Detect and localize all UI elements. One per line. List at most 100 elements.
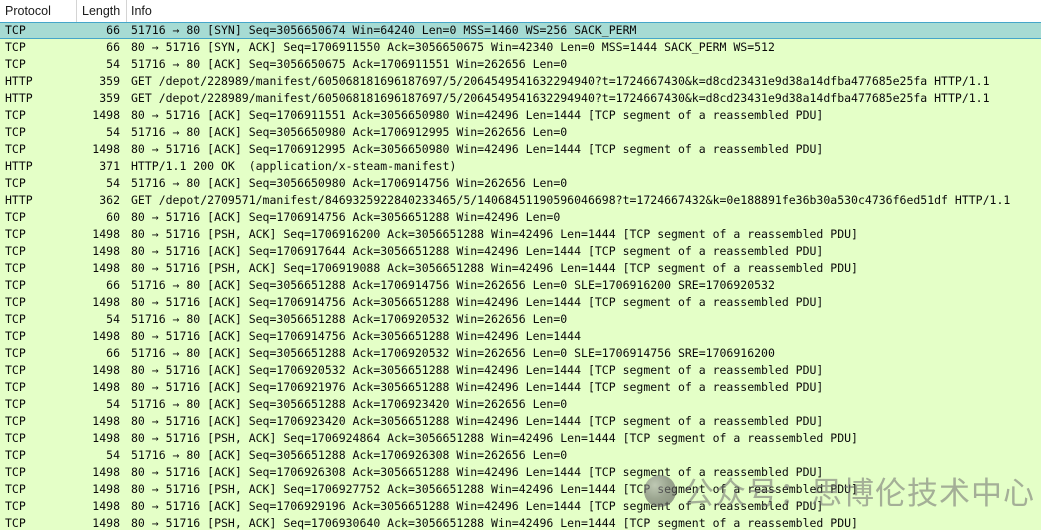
protocol-cell: TCP (0, 107, 77, 124)
info-cell: GET /depot/2709571/manifest/846932592284… (127, 192, 1041, 209)
protocol-cell: TCP (0, 56, 77, 73)
protocol-cell: TCP (0, 175, 77, 192)
length-cell: 1498 (77, 515, 127, 530)
length-cell: 1498 (77, 243, 127, 260)
length-cell: 1498 (77, 107, 127, 124)
info-cell: 51716 → 80 [ACK] Seq=3056650980 Ack=1706… (127, 175, 1041, 192)
length-cell: 1498 (77, 413, 127, 430)
protocol-cell: HTTP (0, 192, 77, 209)
info-cell: 51716 → 80 [ACK] Seq=3056651288 Ack=1706… (127, 396, 1041, 413)
info-cell: GET /depot/228989/manifest/6050681816961… (127, 73, 1041, 90)
packet-list: TCP 66 51716 → 80 [SYN] Seq=3056650674 W… (0, 22, 1041, 530)
protocol-cell: TCP (0, 243, 77, 260)
info-cell: 80 → 51716 [ACK] Seq=1706912995 Ack=3056… (127, 141, 1041, 158)
column-header-info[interactable]: Info (127, 0, 1041, 22)
packet-row[interactable]: TCP 1498 80 → 51716 [PSH, ACK] Seq=17069… (0, 481, 1041, 498)
info-cell: 80 → 51716 [ACK] Seq=1706914756 Ack=3056… (127, 209, 1041, 226)
protocol-cell: TCP (0, 141, 77, 158)
length-cell: 1498 (77, 260, 127, 277)
length-cell: 1498 (77, 498, 127, 515)
info-cell: 51716 → 80 [ACK] Seq=3056651288 Ack=1706… (127, 311, 1041, 328)
length-cell: 1498 (77, 294, 127, 311)
length-cell: 1498 (77, 141, 127, 158)
packet-row[interactable]: TCP 1498 80 → 51716 [ACK] Seq=1706929196… (0, 498, 1041, 515)
info-cell: 80 → 51716 [ACK] Seq=1706921976 Ack=3056… (127, 379, 1041, 396)
info-cell: 80 → 51716 [PSH, ACK] Seq=1706916200 Ack… (127, 226, 1041, 243)
packet-row[interactable]: TCP 54 51716 → 80 [ACK] Seq=3056651288 A… (0, 447, 1041, 464)
info-cell: 80 → 51716 [ACK] Seq=1706926308 Ack=3056… (127, 464, 1041, 481)
protocol-cell: TCP (0, 328, 77, 345)
packet-row[interactable]: TCP 1498 80 → 51716 [ACK] Seq=1706926308… (0, 464, 1041, 481)
packet-row[interactable]: TCP 60 80 → 51716 [ACK] Seq=1706914756 A… (0, 209, 1041, 226)
info-cell: 51716 → 80 [SYN] Seq=3056650674 Win=6424… (127, 23, 1041, 38)
length-cell: 1498 (77, 379, 127, 396)
packet-row[interactable]: TCP 1498 80 → 51716 [ACK] Seq=1706920532… (0, 362, 1041, 379)
protocol-cell: TCP (0, 515, 77, 530)
length-cell: 66 (77, 23, 127, 38)
length-cell: 54 (77, 175, 127, 192)
packet-row[interactable]: HTTP 359 GET /depot/228989/manifest/6050… (0, 90, 1041, 107)
protocol-cell: TCP (0, 124, 77, 141)
info-cell: 51716 → 80 [ACK] Seq=3056651288 Ack=1706… (127, 277, 1041, 294)
packet-row[interactable]: TCP 66 80 → 51716 [SYN, ACK] Seq=1706911… (0, 39, 1041, 56)
length-cell: 60 (77, 209, 127, 226)
packet-row[interactable]: TCP 1498 80 → 51716 [PSH, ACK] Seq=17069… (0, 260, 1041, 277)
protocol-cell: TCP (0, 294, 77, 311)
protocol-cell: HTTP (0, 158, 77, 175)
protocol-cell: TCP (0, 396, 77, 413)
protocol-cell: HTTP (0, 73, 77, 90)
length-cell: 66 (77, 39, 127, 56)
packet-row[interactable]: TCP 1498 80 → 51716 [ACK] Seq=1706914756… (0, 328, 1041, 345)
packet-row[interactable]: TCP 1498 80 → 51716 [ACK] Seq=1706914756… (0, 294, 1041, 311)
protocol-cell: TCP (0, 209, 77, 226)
packet-row[interactable]: TCP 54 51716 → 80 [ACK] Seq=3056650980 A… (0, 124, 1041, 141)
packet-row[interactable]: HTTP 362 GET /depot/2709571/manifest/846… (0, 192, 1041, 209)
info-cell: 80 → 51716 [PSH, ACK] Seq=1706919088 Ack… (127, 260, 1041, 277)
length-cell: 1498 (77, 328, 127, 345)
length-cell: 54 (77, 311, 127, 328)
protocol-cell: TCP (0, 362, 77, 379)
packet-row[interactable]: TCP 1498 80 → 51716 [ACK] Seq=1706917644… (0, 243, 1041, 260)
length-cell: 1498 (77, 362, 127, 379)
packet-row[interactable]: TCP 66 51716 → 80 [SYN] Seq=3056650674 W… (0, 22, 1041, 39)
length-cell: 54 (77, 56, 127, 73)
length-cell: 1498 (77, 226, 127, 243)
packet-row[interactable]: TCP 1498 80 → 51716 [ACK] Seq=1706911551… (0, 107, 1041, 124)
packet-row[interactable]: TCP 54 51716 → 80 [ACK] Seq=3056651288 A… (0, 396, 1041, 413)
packet-row[interactable]: TCP 66 51716 → 80 [ACK] Seq=3056651288 A… (0, 345, 1041, 362)
packet-row[interactable]: TCP 54 51716 → 80 [ACK] Seq=3056651288 A… (0, 311, 1041, 328)
length-cell: 359 (77, 90, 127, 107)
packet-row[interactable]: TCP 1498 80 → 51716 [PSH, ACK] Seq=17069… (0, 515, 1041, 530)
column-header-length[interactable]: Length (77, 0, 127, 22)
info-cell: 51716 → 80 [ACK] Seq=3056651288 Ack=1706… (127, 345, 1041, 362)
packet-row[interactable]: TCP 1498 80 → 51716 [ACK] Seq=1706923420… (0, 413, 1041, 430)
packet-row[interactable]: HTTP 371 HTTP/1.1 200 OK (application/x-… (0, 158, 1041, 175)
info-cell: 80 → 51716 [ACK] Seq=1706911551 Ack=3056… (127, 107, 1041, 124)
packet-row[interactable]: HTTP 359 GET /depot/228989/manifest/6050… (0, 73, 1041, 90)
packet-row[interactable]: TCP 1498 80 → 51716 [PSH, ACK] Seq=17069… (0, 430, 1041, 447)
protocol-cell: TCP (0, 413, 77, 430)
length-cell: 54 (77, 124, 127, 141)
info-cell: 51716 → 80 [ACK] Seq=3056650980 Ack=1706… (127, 124, 1041, 141)
protocol-cell: TCP (0, 464, 77, 481)
protocol-cell: TCP (0, 379, 77, 396)
info-cell: 80 → 51716 [ACK] Seq=1706920532 Ack=3056… (127, 362, 1041, 379)
protocol-cell: TCP (0, 39, 77, 56)
length-cell: 1498 (77, 430, 127, 447)
length-cell: 371 (77, 158, 127, 175)
packet-row[interactable]: TCP 54 51716 → 80 [ACK] Seq=3056650675 A… (0, 56, 1041, 73)
protocol-cell: TCP (0, 23, 77, 38)
packet-row[interactable]: TCP 1498 80 → 51716 [PSH, ACK] Seq=17069… (0, 226, 1041, 243)
packet-row[interactable]: TCP 54 51716 → 80 [ACK] Seq=3056650980 A… (0, 175, 1041, 192)
info-cell: 80 → 51716 [PSH, ACK] Seq=1706924864 Ack… (127, 430, 1041, 447)
column-header-protocol[interactable]: Protocol (0, 0, 77, 22)
packet-row[interactable]: TCP 1498 80 → 51716 [ACK] Seq=1706912995… (0, 141, 1041, 158)
length-cell: 66 (77, 345, 127, 362)
length-cell: 359 (77, 73, 127, 90)
protocol-cell: HTTP (0, 90, 77, 107)
info-cell: 80 → 51716 [ACK] Seq=1706917644 Ack=3056… (127, 243, 1041, 260)
protocol-cell: TCP (0, 447, 77, 464)
info-cell: 80 → 51716 [ACK] Seq=1706923420 Ack=3056… (127, 413, 1041, 430)
packet-row[interactable]: TCP 1498 80 → 51716 [ACK] Seq=1706921976… (0, 379, 1041, 396)
packet-row[interactable]: TCP 66 51716 → 80 [ACK] Seq=3056651288 A… (0, 277, 1041, 294)
